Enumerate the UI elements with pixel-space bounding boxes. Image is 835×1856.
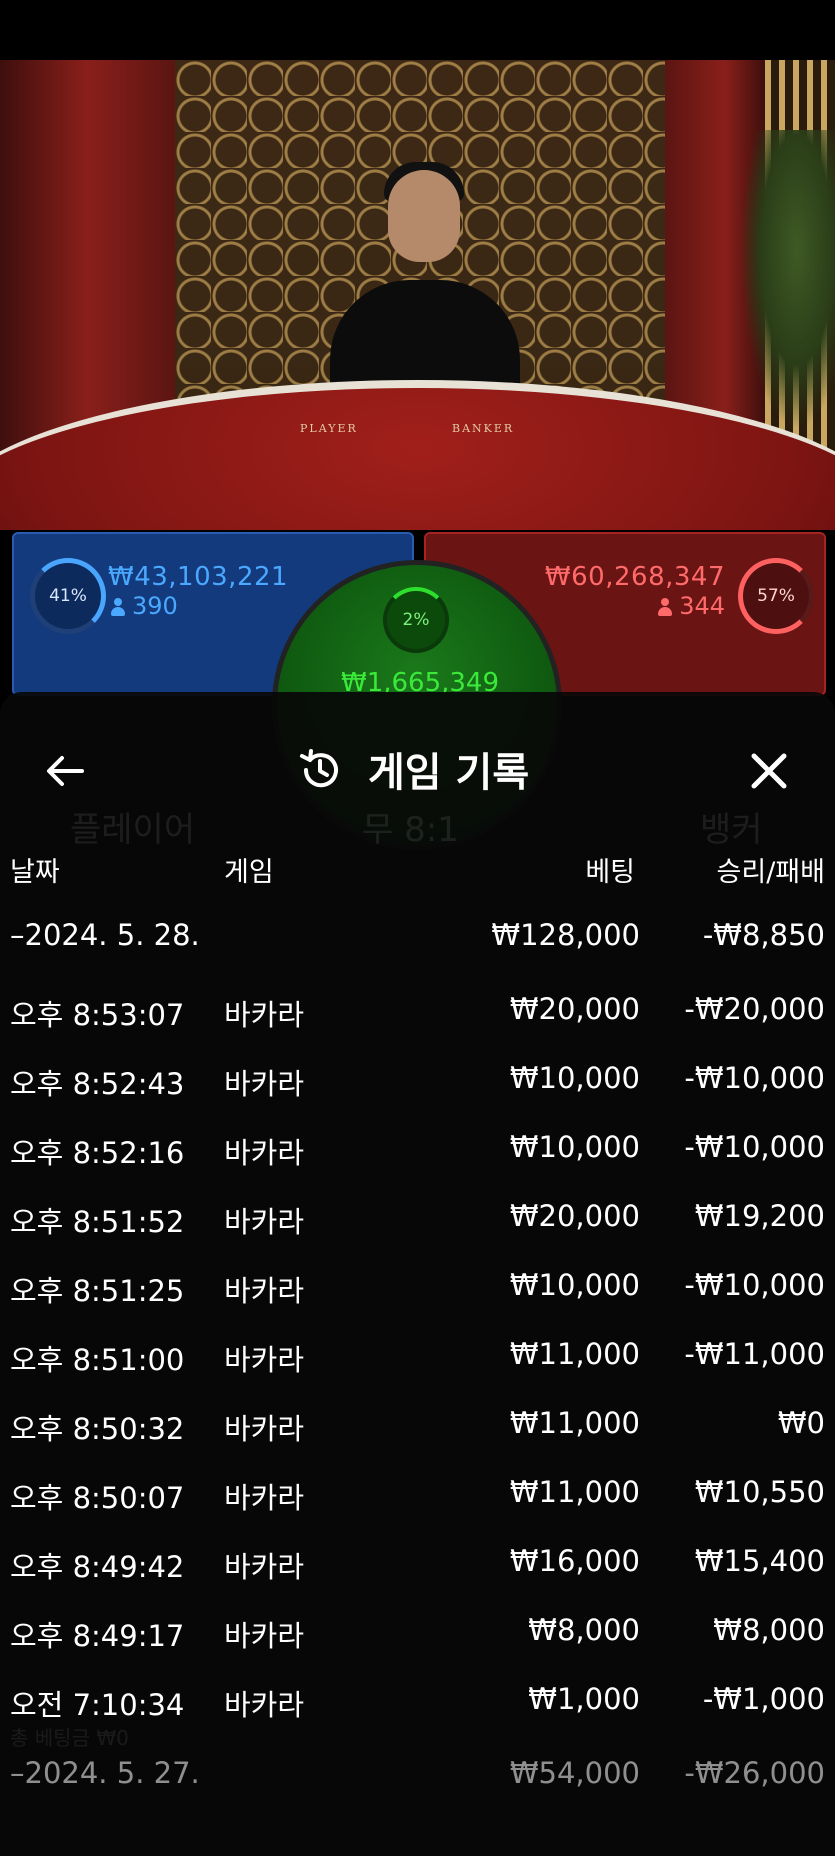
banker-count-value: 344 [679, 592, 725, 620]
row-result: ₩19,200 [694, 1199, 825, 1233]
banker-total-amount: ₩60,268,347 [544, 562, 725, 592]
status-bar [0, 0, 835, 60]
close-icon[interactable] [744, 746, 794, 796]
column-header-date: 날짜 [10, 857, 60, 888]
table-banker-label: BANKER [452, 422, 515, 435]
row-time: 오후 8:49:17 [10, 1619, 185, 1653]
row-bet: ₩8,000 [528, 1613, 640, 1647]
row-game: 바카라 [224, 1136, 305, 1170]
row-bet: ₩16,000 [509, 1544, 640, 1578]
row-result: ₩8,000 [713, 1613, 825, 1647]
row-bet: ₩10,000 [509, 1268, 640, 1302]
row-time: 오후 8:51:52 [10, 1205, 185, 1239]
table-row[interactable]: 오후 8:53:07 바카라 ₩20,000 -₩20,000 [0, 992, 835, 1048]
row-time: 오전 7:10:34 [10, 1688, 185, 1722]
row-time: 오후 8:50:07 [10, 1481, 185, 1515]
arrow-left-icon[interactable] [42, 748, 88, 794]
row-result: -₩11,000 [684, 1337, 825, 1371]
row-time: 오후 8:51:25 [10, 1274, 185, 1308]
table-row[interactable]: 오후 8:50:07 바카라 ₩11,000 ₩10,550 [0, 1475, 835, 1531]
column-header-game: 게임 [224, 857, 274, 888]
day-bet-total: ₩54,000 [509, 1756, 640, 1790]
row-game: 바카라 [224, 1688, 305, 1722]
table-row[interactable]: 오후 8:49:42 바카라 ₩16,000 ₩15,400 [0, 1544, 835, 1600]
row-result: -₩10,000 [684, 1130, 825, 1164]
table-row[interactable]: 오후 8:51:25 바카라 ₩10,000 -₩10,000 [0, 1268, 835, 1324]
row-result: ₩15,400 [694, 1544, 825, 1578]
tie-percent: 2% [402, 610, 430, 630]
banker-percent: 57% [757, 586, 795, 606]
day-bet-total: ₩128,000 [491, 918, 640, 952]
row-time: 오후 8:52:16 [10, 1136, 185, 1170]
row-result: -₩10,000 [684, 1061, 825, 1095]
live-video: PLAYER BANKER [0, 60, 835, 530]
table-row[interactable]: 오후 8:51:00 바카라 ₩11,000 -₩11,000 [0, 1337, 835, 1393]
table-row[interactable]: 오후 8:49:17 바카라 ₩8,000 ₩8,000 [0, 1613, 835, 1669]
row-result: ₩10,550 [694, 1475, 825, 1509]
day-date: –2024. 5. 27. [10, 1756, 200, 1790]
table-row[interactable]: 오후 8:51:52 바카라 ₩20,000 ₩19,200 [0, 1199, 835, 1255]
row-result: -₩1,000 [702, 1682, 825, 1716]
ghost-player-label: 플레이어 [70, 810, 196, 850]
column-header-result: 승리/패배 [716, 857, 825, 888]
day-result-total: -₩8,850 [702, 918, 825, 952]
row-game: 바카라 [224, 1481, 305, 1515]
row-game: 바카라 [224, 1550, 305, 1584]
banker-count: 344 [657, 592, 725, 620]
table-row[interactable]: 오후 8:50:32 바카라 ₩11,000 ₩0 [0, 1406, 835, 1462]
row-result: -₩10,000 [684, 1268, 825, 1302]
row-time: 오후 8:50:32 [10, 1412, 185, 1446]
row-game: 바카라 [224, 998, 305, 1032]
history-icon [300, 749, 338, 788]
banker-percent-ring: 57% [738, 558, 814, 634]
row-bet: ₩10,000 [509, 1130, 640, 1164]
player-percent-ring: 41% [30, 558, 106, 634]
ghost-banker-label: 뱅커 [700, 810, 763, 850]
ghost-tie-label: 무 8:1 [362, 810, 459, 850]
player-count-value: 390 [132, 592, 178, 620]
row-game: 바카라 [224, 1412, 305, 1446]
page-title: 게임 기록 [368, 750, 530, 796]
row-game: 바카라 [224, 1205, 305, 1239]
row-time: 오후 8:52:43 [10, 1067, 185, 1101]
dealer-head [388, 170, 460, 262]
row-bet: ₩11,000 [509, 1475, 640, 1509]
row-bet: ₩20,000 [509, 992, 640, 1026]
row-bet: ₩11,000 [509, 1337, 640, 1371]
row-bet: ₩10,000 [509, 1061, 640, 1095]
plant [740, 130, 835, 430]
day-result-total: -₩26,000 [684, 1756, 825, 1790]
player-total-amount: ₩43,103,221 [108, 562, 289, 592]
row-result: -₩20,000 [684, 992, 825, 1026]
table-row[interactable]: 오후 8:52:43 바카라 ₩10,000 -₩10,000 [0, 1061, 835, 1117]
table-row[interactable]: 오후 8:52:16 바카라 ₩10,000 -₩10,000 [0, 1130, 835, 1186]
player-count: 390 [110, 592, 178, 620]
row-game: 바카라 [224, 1619, 305, 1653]
day-summary-row[interactable]: –2024. 5. 27. ₩54,000 -₩26,000 [0, 1756, 835, 1812]
row-game: 바카라 [224, 1343, 305, 1377]
row-result: ₩0 [777, 1406, 825, 1440]
person-icon [657, 598, 673, 616]
table-row[interactable]: 오전 7:10:34 바카라 ₩1,000 -₩1,000 [0, 1682, 835, 1738]
row-time: 오후 8:51:00 [10, 1343, 185, 1377]
row-bet: ₩1,000 [528, 1682, 640, 1716]
player-percent: 41% [49, 586, 87, 606]
row-game: 바카라 [224, 1067, 305, 1101]
day-date: –2024. 5. 28. [10, 918, 200, 952]
row-bet: ₩11,000 [509, 1406, 640, 1440]
tie-percent-ring: 2% [383, 587, 449, 653]
row-game: 바카라 [224, 1274, 305, 1308]
column-header-bet: 베팅 [585, 857, 635, 888]
row-time: 오후 8:49:42 [10, 1550, 185, 1584]
table-player-label: PLAYER [300, 422, 358, 435]
person-icon [110, 598, 126, 616]
row-time: 오후 8:53:07 [10, 998, 185, 1032]
day-summary-row[interactable]: –2024. 5. 28. ₩128,000 -₩8,850 [0, 918, 835, 974]
row-bet: ₩20,000 [509, 1199, 640, 1233]
